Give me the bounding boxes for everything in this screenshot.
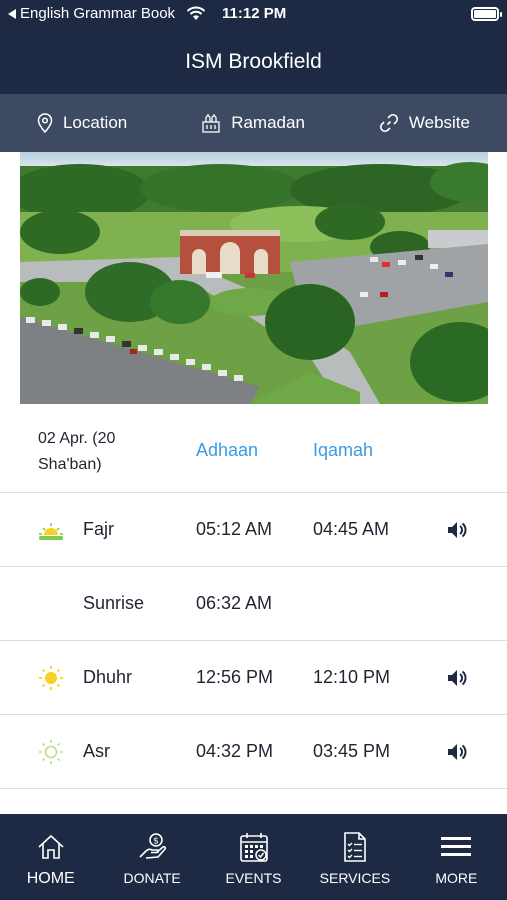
location-label: Location	[62, 113, 128, 132]
adhaan-column-header: Adhaan	[196, 440, 259, 460]
tab-services[interactable]: SERVICES	[304, 814, 405, 900]
tab-more-label: MORE	[435, 870, 478, 886]
speaker-icon[interactable]	[446, 667, 468, 689]
iqamah-time: 03:45 PM	[313, 741, 391, 761]
prayer-row-sunrise[interactable]: Sunrise 06:32 AM	[0, 567, 507, 641]
clipboard-icon	[344, 832, 366, 862]
iqamah-time: 04:45 AM	[313, 519, 390, 539]
tab-services-label: SERVICES	[319, 870, 391, 886]
tab-events[interactable]: EVENTS	[203, 814, 304, 900]
sunrise-icon	[39, 523, 63, 540]
back-to-app-link[interactable]: English Grammar Book	[8, 5, 175, 22]
menu-icon	[441, 837, 472, 856]
calendar-icon	[239, 833, 268, 862]
prayer-name: Asr	[83, 741, 110, 761]
adhaan-time: 12:56 PM	[196, 667, 274, 687]
tab-home[interactable]: HOME	[0, 814, 101, 900]
location-button[interactable]: Location	[37, 113, 127, 133]
website-label: Website	[408, 113, 470, 132]
website-button[interactable]: Website	[379, 113, 470, 133]
wifi-icon	[186, 6, 206, 20]
iqamah-column-header: Iqamah	[313, 440, 374, 460]
battery-icon	[471, 7, 502, 21]
bottom-tab-bar: HOME $ DONATE EVENTS SERVICES MORE	[0, 814, 507, 900]
sun-icon	[39, 666, 63, 690]
status-bar: English Grammar Book 11:12 PM	[0, 0, 507, 30]
svg-text:$: $	[153, 837, 159, 847]
ramadan-icon	[202, 114, 220, 133]
prayer-name: Fajr	[83, 519, 114, 539]
location-pin-icon	[37, 113, 53, 133]
sun-outline-icon	[39, 740, 63, 764]
table-header-row: 02 Apr. (20 Sha'ban) Adhaan Iqamah	[0, 404, 507, 493]
back-app-label: English Grammar Book	[20, 5, 176, 22]
tab-donate[interactable]: $ DONATE	[101, 814, 202, 900]
prayer-name: Sunrise	[83, 593, 145, 613]
info-bar: Location Ramadan Website	[0, 94, 507, 152]
prayer-row-fajr[interactable]: Fajr 05:12 AM 04:45 AM	[0, 493, 507, 567]
tab-events-label: EVENTS	[225, 870, 282, 886]
speaker-icon[interactable]	[446, 741, 468, 763]
ramadan-button[interactable]: Ramadan	[201, 113, 305, 133]
tab-home-label: HOME	[26, 870, 75, 887]
back-arrow-icon	[8, 8, 16, 19]
adhaan-time: 06:32 AM	[196, 593, 273, 613]
prayer-times-table: 02 Apr. (20 Sha'ban) Adhaan Iqamah Fajr …	[0, 404, 507, 789]
app-header: ISM Brookfield	[0, 30, 507, 94]
page-title: ISM Brookfield	[185, 50, 322, 73]
adhaan-time: 05:12 AM	[196, 519, 273, 539]
home-icon	[38, 834, 64, 859]
link-icon	[379, 113, 398, 133]
donate-icon: $	[139, 833, 167, 859]
prayer-row-dhuhr[interactable]: Dhuhr 12:56 PM 12:10 PM	[0, 641, 507, 715]
clock: 11:12 PM	[222, 5, 287, 22]
ramadan-label: Ramadan	[231, 113, 305, 132]
tab-more[interactable]: MORE	[406, 814, 507, 900]
date-label: 02 Apr. (20 Sha'ban)	[38, 430, 116, 473]
prayer-name: Dhuhr	[83, 667, 133, 687]
prayer-row-asr[interactable]: Asr 04:32 PM 03:45 PM	[0, 715, 507, 789]
adhaan-time: 04:32 PM	[196, 741, 274, 761]
iqamah-time: 12:10 PM	[313, 667, 391, 687]
tab-donate-label: DONATE	[123, 870, 181, 886]
mosque-photo	[20, 152, 488, 404]
speaker-icon[interactable]	[446, 519, 468, 541]
